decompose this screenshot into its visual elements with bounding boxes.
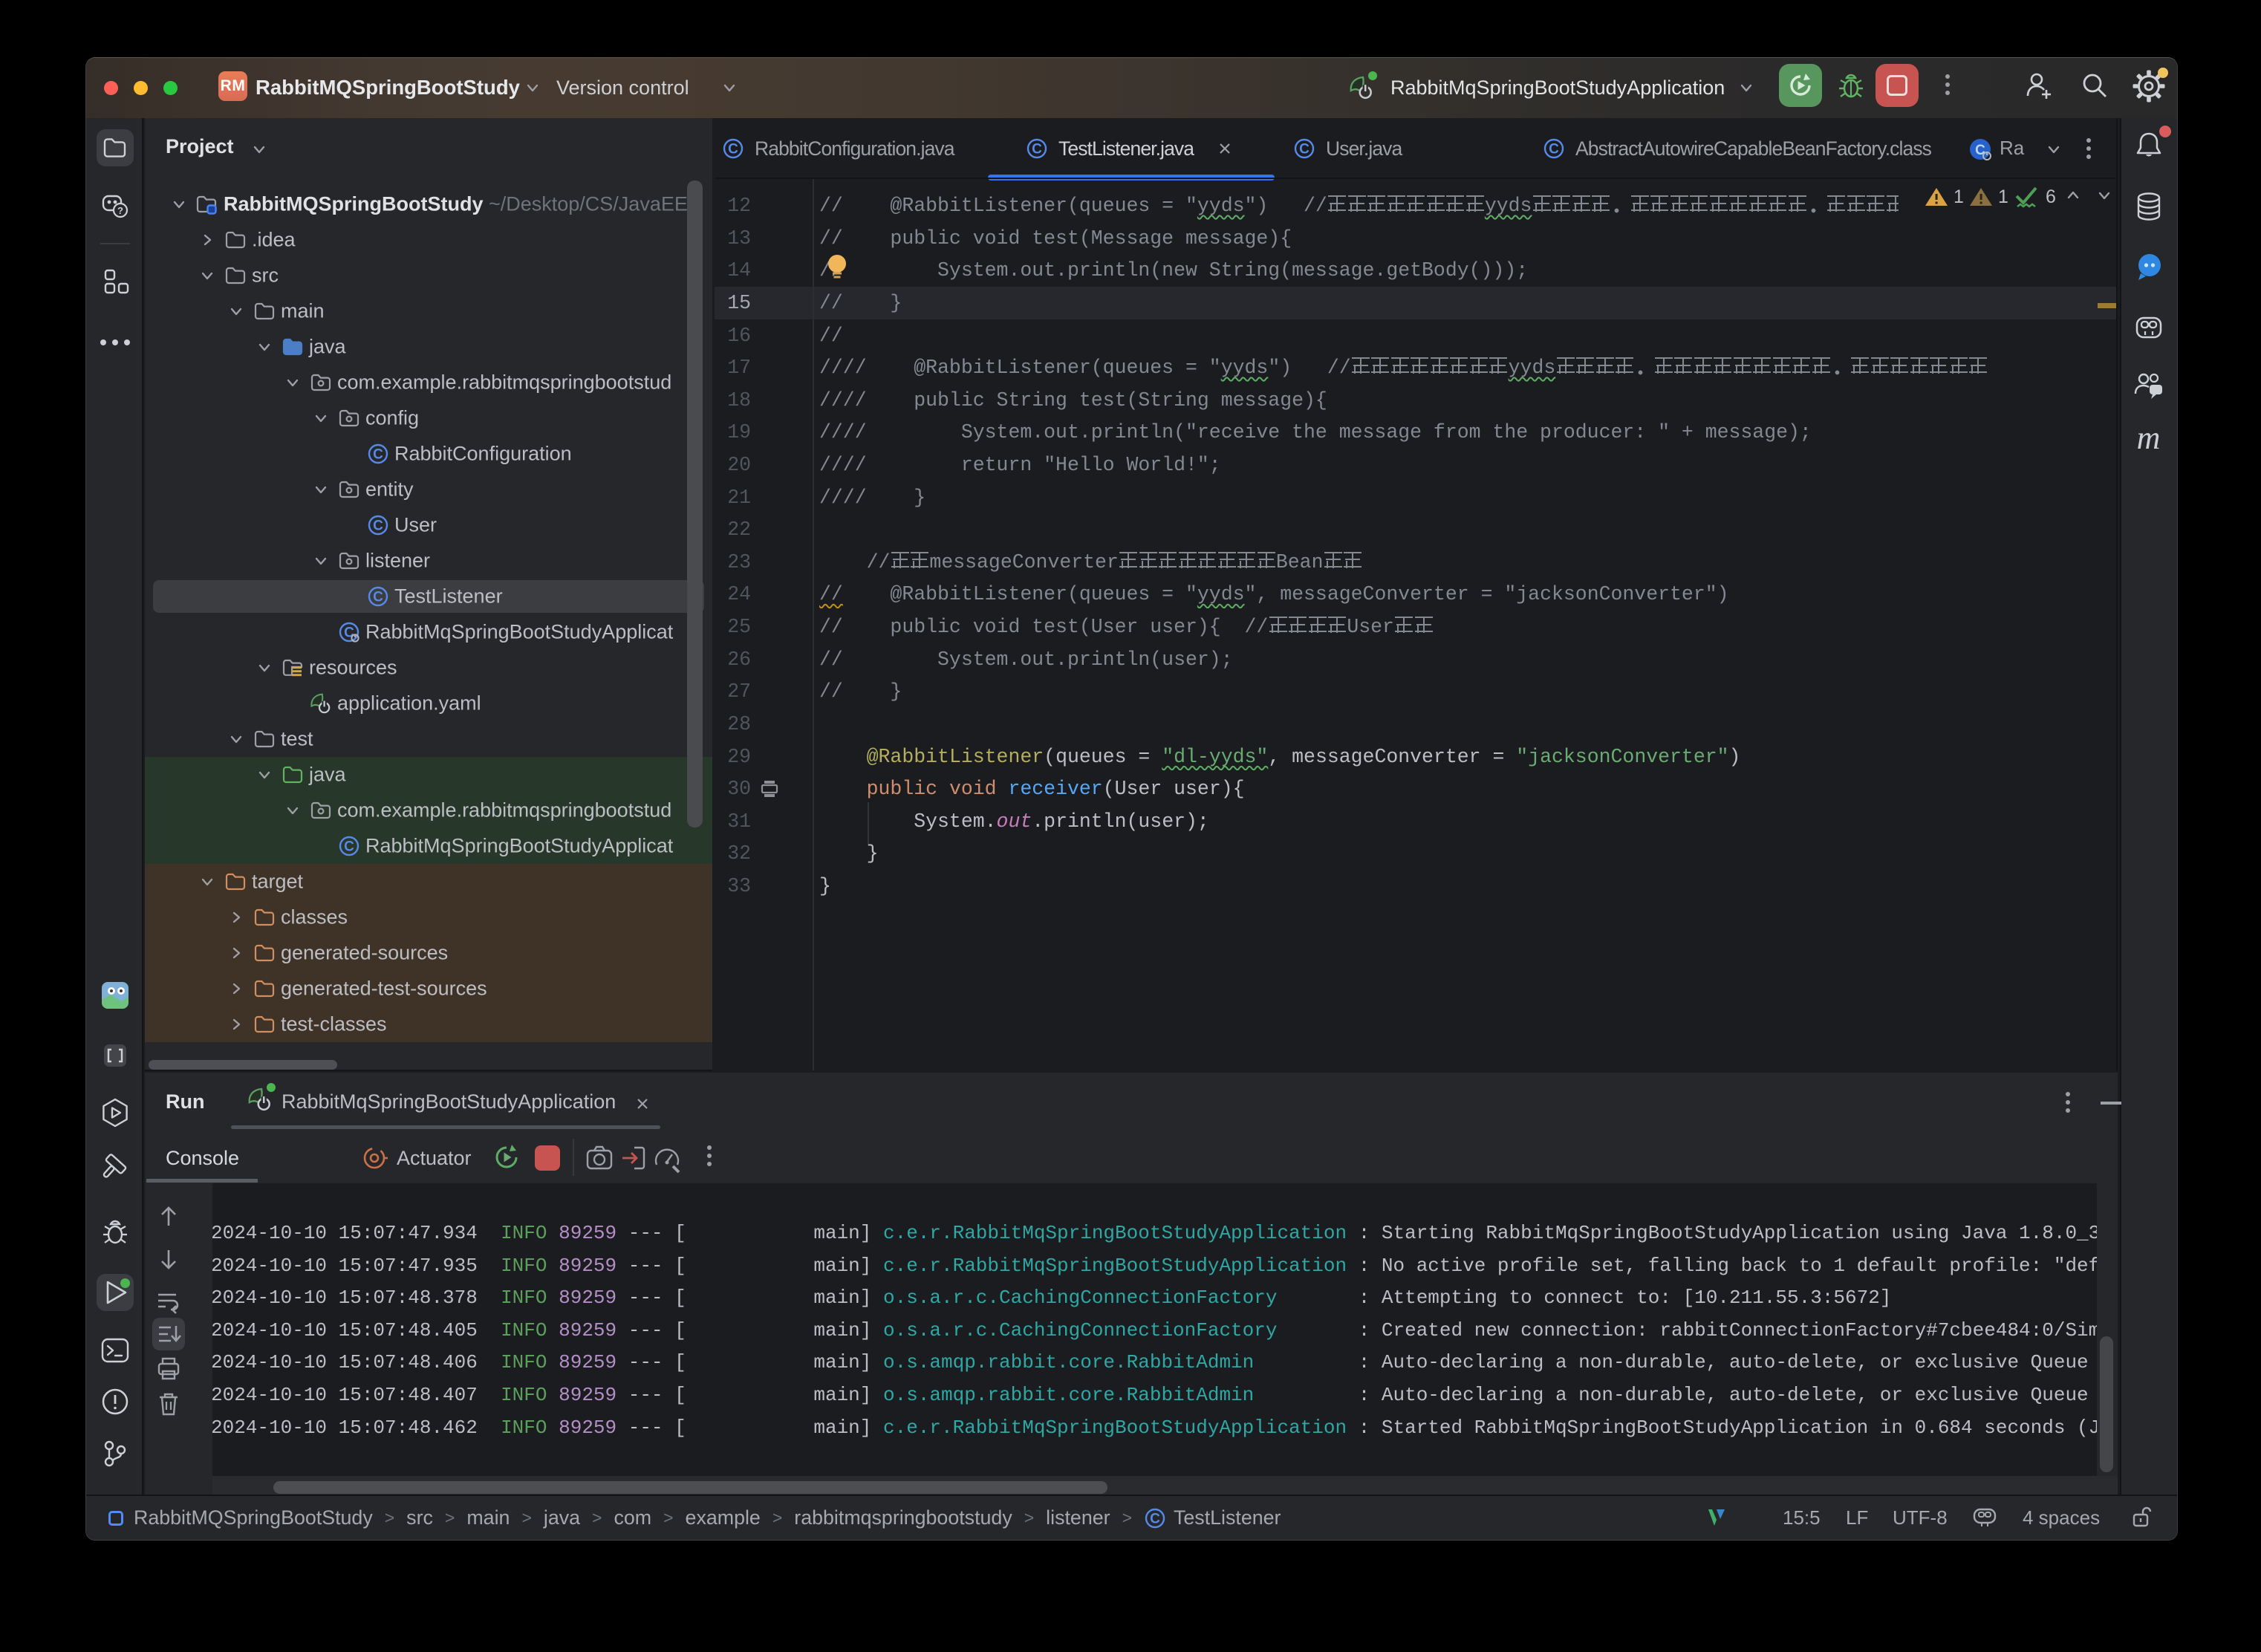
svg-text:C: C bbox=[728, 142, 738, 157]
svg-text:C: C bbox=[373, 590, 383, 605]
svg-text:C: C bbox=[1032, 142, 1042, 157]
svg-text:C: C bbox=[344, 839, 354, 855]
svg-text:C: C bbox=[1150, 1511, 1160, 1526]
svg-text:C: C bbox=[1975, 143, 1985, 158]
svg-text:?: ? bbox=[117, 205, 123, 216]
svg-text:C: C bbox=[373, 518, 383, 534]
svg-text:C: C bbox=[1299, 142, 1310, 157]
svg-text:C: C bbox=[1549, 142, 1559, 157]
svg-text:C: C bbox=[373, 447, 383, 463]
